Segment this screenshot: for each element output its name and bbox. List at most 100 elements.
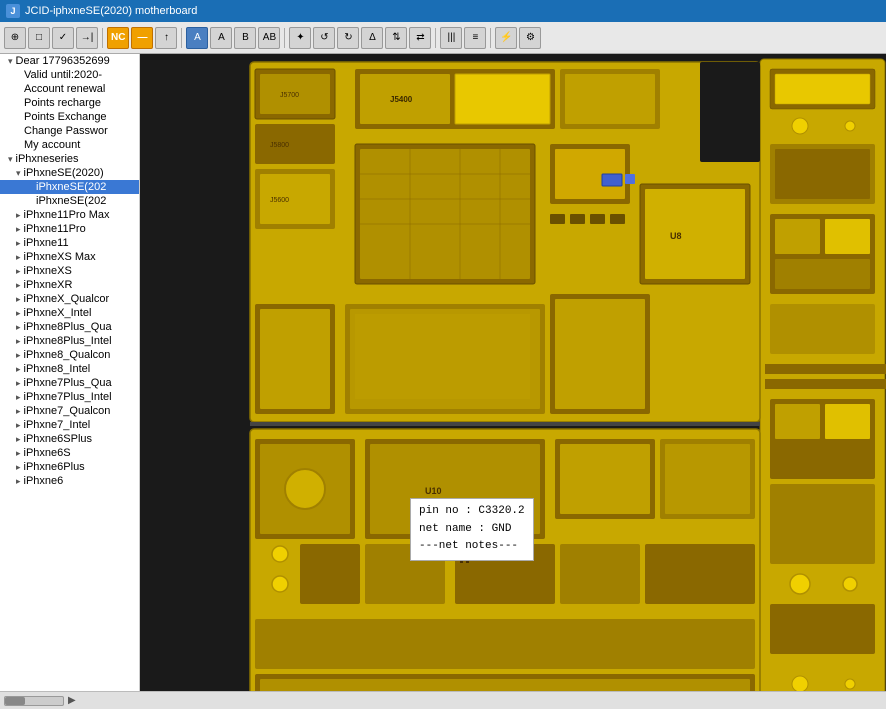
tree-item-26[interactable]: ▸ iPhxne7_Intel — [0, 418, 139, 432]
svg-text:J5600: J5600 — [270, 197, 289, 204]
scrollbar[interactable] — [4, 696, 64, 706]
a-blue-button[interactable]: A — [186, 27, 208, 49]
tree-label-6: My account — [24, 139, 80, 151]
tree-item-4[interactable]: Points Exchange — [0, 110, 139, 124]
expand-icon-7[interactable]: ▾ — [8, 154, 13, 165]
tree-item-22[interactable]: ▸ iPhxne8_Intel — [0, 362, 139, 376]
tree-label-21: iPhxne8_Qualcon — [24, 349, 111, 361]
expand-icon-12[interactable]: ▸ — [16, 224, 21, 235]
scroll-thumb[interactable] — [5, 697, 25, 705]
tree-item-28[interactable]: ▸ iPhxne6S — [0, 446, 139, 460]
b-button[interactable]: B — [234, 27, 256, 49]
tree-item-1[interactable]: Valid until:2020- — [0, 68, 139, 82]
tree-label-12: iPhxne11Pro — [24, 223, 86, 235]
nc-button[interactable]: NC — [107, 27, 129, 49]
measure-h-button[interactable]: ⇄ — [409, 27, 431, 49]
tree-label-27: iPhxne6SPlus — [24, 433, 93, 445]
tree-item-25[interactable]: ▸ iPhxne7_Qualcon — [0, 404, 139, 418]
expand-icon-23[interactable]: ▸ — [16, 378, 21, 389]
tree-item-9[interactable]: iPhxneSE(202 — [0, 180, 139, 194]
cols-button[interactable]: ||| — [440, 27, 462, 49]
expand-icon-16[interactable]: ▸ — [16, 280, 21, 291]
info-box: pin no : C3320.2 net name : GND ---net n… — [410, 498, 534, 561]
tree-item-27[interactable]: ▸ iPhxne6SPlus — [0, 432, 139, 446]
tree-item-30[interactable]: ▸ iPhxne6 — [0, 474, 139, 488]
expand-icon-30[interactable]: ▸ — [16, 476, 21, 487]
tree-item-15[interactable]: ▸ iPhxneXS — [0, 264, 139, 278]
tree-item-24[interactable]: ▸ iPhxne7Plus_Intel — [0, 390, 139, 404]
settings-button[interactable]: ⚙ — [519, 27, 541, 49]
tree-item-11[interactable]: ▸ iPhxne11Pro Max — [0, 208, 139, 222]
tree-label-18: iPhxneX_Intel — [24, 307, 92, 319]
expand-icon-8[interactable]: ▾ — [16, 168, 21, 179]
sep3 — [284, 28, 285, 48]
tree-item-23[interactable]: ▸ iPhxne7Plus_Qua — [0, 376, 139, 390]
status-text: ▶ — [68, 695, 76, 706]
tree-item-2[interactable]: Account renewal — [0, 82, 139, 96]
zoom-fit-button[interactable]: ⊕ — [4, 27, 26, 49]
tree-item-17[interactable]: ▸ iPhxneX_Qualcor — [0, 292, 139, 306]
tree-label-23: iPhxne7Plus_Qua — [24, 377, 112, 389]
arrow-right-button[interactable]: →| — [76, 27, 98, 49]
rotate-ccw-button[interactable]: ↺ — [313, 27, 335, 49]
tree-item-14[interactable]: ▸ iPhxneXS Max — [0, 250, 139, 264]
tree-label-30: iPhxne6 — [24, 475, 64, 487]
net-notes: ---net notes--- — [419, 538, 525, 556]
left-panel: ▾ Dear 17796352699Valid until:2020-Accou… — [0, 54, 140, 691]
tree-item-5[interactable]: Change Passwor — [0, 124, 139, 138]
sep2 — [181, 28, 182, 48]
sep4 — [435, 28, 436, 48]
tree-item-6[interactable]: My account — [0, 138, 139, 152]
tree-item-29[interactable]: ▸ iPhxne6Plus — [0, 460, 139, 474]
tree-item-16[interactable]: ▸ iPhxneXR — [0, 278, 139, 292]
rows-button[interactable]: ≡ — [464, 27, 486, 49]
expand-icon-14[interactable]: ▸ — [16, 252, 21, 263]
tree-item-0[interactable]: ▾ Dear 17796352699 — [0, 54, 139, 68]
expand-icon-26[interactable]: ▸ — [16, 420, 21, 431]
tree-item-20[interactable]: ▸ iPhxne8Plus_Intel — [0, 334, 139, 348]
tree-item-18[interactable]: ▸ iPhxneX_Intel — [0, 306, 139, 320]
rotate-cw-button[interactable]: ↻ — [337, 27, 359, 49]
expand-icon-27[interactable]: ▸ — [16, 434, 21, 445]
up-button[interactable]: ↑ — [155, 27, 177, 49]
ab-button[interactable]: AB — [258, 27, 280, 49]
expand-icon-0[interactable]: ▾ — [8, 56, 13, 67]
expand-icon-24[interactable]: ▸ — [16, 392, 21, 403]
title-bar: J JCID-iphxneSE(2020) motherboard — [0, 0, 886, 22]
delta-button[interactable]: Δ — [361, 27, 383, 49]
expand-icon-22[interactable]: ▸ — [16, 364, 21, 375]
expand-icon-11[interactable]: ▸ — [16, 210, 21, 221]
select-button[interactable]: □ — [28, 27, 50, 49]
tree-label-1: Valid until:2020- — [24, 69, 102, 81]
expand-icon-15[interactable]: ▸ — [16, 266, 21, 277]
tree-item-13[interactable]: ▸ iPhxne11 — [0, 236, 139, 250]
sep5 — [490, 28, 491, 48]
tree-item-8[interactable]: ▾ iPhxneSE(2020) — [0, 166, 139, 180]
tree-item-10[interactable]: iPhxneSE(202 — [0, 194, 139, 208]
tree-item-3[interactable]: Points recharge — [0, 96, 139, 110]
bluetooth-button[interactable]: ⚡ — [495, 27, 517, 49]
expand-icon-13[interactable]: ▸ — [16, 238, 21, 249]
tree-item-12[interactable]: ▸ iPhxne11Pro — [0, 222, 139, 236]
expand-icon-17[interactable]: ▸ — [16, 294, 21, 305]
tree-label-13: iPhxne11 — [24, 237, 69, 249]
a-button[interactable]: A — [210, 27, 232, 49]
expand-icon-19[interactable]: ▸ — [16, 322, 21, 333]
tree-label-10: iPhxneSE(202 — [36, 195, 106, 207]
expand-icon-21[interactable]: ▸ — [16, 350, 21, 361]
check-button[interactable]: ✓ — [52, 27, 74, 49]
tree-label-0: Dear 17796352699 — [16, 55, 110, 67]
tree-item-7[interactable]: ▾ iPhxneseries — [0, 152, 139, 166]
tree-label-17: iPhxneX_Qualcor — [24, 293, 110, 305]
tree-item-19[interactable]: ▸ iPhxne8Plus_Qua — [0, 320, 139, 334]
expand-icon-20[interactable]: ▸ — [16, 336, 21, 347]
expand-icon-29[interactable]: ▸ — [16, 462, 21, 473]
expand-icon-25[interactable]: ▸ — [16, 406, 21, 417]
move-button[interactable]: ✦ — [289, 27, 311, 49]
expand-icon-28[interactable]: ▸ — [16, 448, 21, 459]
tree-item-21[interactable]: ▸ iPhxne8_Qualcon — [0, 348, 139, 362]
minus-button[interactable]: — — [131, 27, 153, 49]
measure-v-button[interactable]: ⇅ — [385, 27, 407, 49]
expand-icon-18[interactable]: ▸ — [16, 308, 21, 319]
canvas-area[interactable]: J5700 J5800 J5600 J5400 — [140, 54, 886, 691]
